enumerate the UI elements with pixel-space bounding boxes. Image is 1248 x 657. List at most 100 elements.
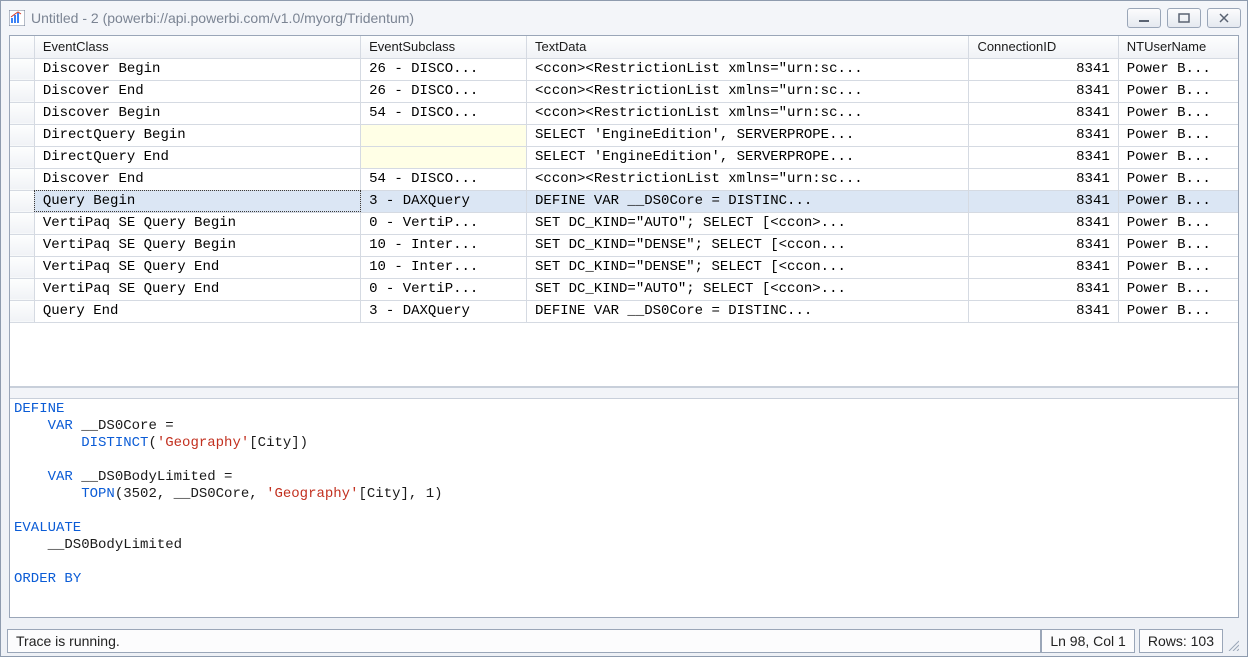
cell-event-class[interactable]: Discover End [34,80,360,102]
row-header[interactable] [10,256,34,278]
cell-connection-id[interactable]: 8341 [969,300,1118,322]
trace-grid[interactable]: EventClass EventSubclass TextData Connec… [10,36,1238,323]
minimize-button[interactable] [1127,8,1161,28]
col-connection-id[interactable]: ConnectionID [969,36,1118,58]
cell-event-class[interactable]: VertiPaq SE Query Begin [34,234,360,256]
cell-event-subclass[interactable]: 26 - DISCO... [361,58,527,80]
cell-event-class[interactable]: DirectQuery End [34,146,360,168]
row-header[interactable] [10,146,34,168]
cell-connection-id[interactable]: 8341 [969,168,1118,190]
cell-event-class[interactable]: VertiPaq SE Query End [34,278,360,300]
row-header[interactable] [10,124,34,146]
cell-event-class[interactable]: Query Begin [34,190,360,212]
cell-text-data[interactable]: SET DC_KIND="DENSE"; SELECT [<ccon... [527,256,969,278]
cell-text-data[interactable]: SELECT 'EngineEdition', SERVERPROPE... [527,146,969,168]
row-header[interactable] [10,102,34,124]
titlebar[interactable]: Untitled - 2 (powerbi://api.powerbi.com/… [1,1,1247,35]
cell-event-class[interactable]: DirectQuery Begin [34,124,360,146]
cell-nt-user[interactable]: Power B... [1118,212,1238,234]
cell-connection-id[interactable]: 8341 [969,278,1118,300]
col-text-data[interactable]: TextData [527,36,969,58]
cell-nt-user[interactable]: Power B... [1118,278,1238,300]
cell-event-class[interactable]: Query End [34,300,360,322]
cell-event-class[interactable]: VertiPaq SE Query End [34,256,360,278]
cell-text-data[interactable]: SELECT 'EngineEdition', SERVERPROPE... [527,124,969,146]
cell-nt-user[interactable]: Power B... [1118,124,1238,146]
cell-text-data[interactable]: <ccon><RestrictionList xmlns="urn:sc... [527,58,969,80]
cell-event-subclass[interactable]: 0 - VertiP... [361,212,527,234]
cell-connection-id[interactable]: 8341 [969,146,1118,168]
row-header[interactable] [10,234,34,256]
table-row[interactable]: DirectQuery Begin SELECT 'EngineEdition'… [10,124,1238,146]
col-event-subclass[interactable]: EventSubclass [361,36,527,58]
cell-nt-user[interactable]: Power B... [1118,234,1238,256]
col-event-class[interactable]: EventClass [34,36,360,58]
row-header[interactable] [10,278,34,300]
table-row[interactable]: VertiPaq SE Query Begin0 - VertiP...SET … [10,212,1238,234]
cell-event-subclass[interactable]: 54 - DISCO... [361,168,527,190]
cell-event-subclass[interactable]: 26 - DISCO... [361,80,527,102]
maximize-button[interactable] [1167,8,1201,28]
table-row[interactable]: VertiPaq SE Query End10 - Inter...SET DC… [10,256,1238,278]
cell-event-subclass[interactable]: 10 - Inter... [361,234,527,256]
cell-connection-id[interactable]: 8341 [969,256,1118,278]
cell-connection-id[interactable]: 8341 [969,190,1118,212]
cell-nt-user[interactable]: Power B... [1118,168,1238,190]
row-header[interactable] [10,80,34,102]
table-row[interactable]: Discover End26 - DISCO...<ccon><Restrict… [10,80,1238,102]
row-header[interactable] [10,58,34,80]
cell-connection-id[interactable]: 8341 [969,80,1118,102]
cell-event-subclass[interactable] [361,124,527,146]
query-text-pane[interactable]: DEFINE VAR __DS0Core = DISTINCT('Geograp… [10,399,1238,617]
cell-event-subclass[interactable]: 10 - Inter... [361,256,527,278]
code-token: 'Geography' [266,486,358,502]
cell-connection-id[interactable]: 8341 [969,102,1118,124]
cell-connection-id[interactable]: 8341 [969,212,1118,234]
table-row[interactable]: Discover Begin54 - DISCO...<ccon><Restri… [10,102,1238,124]
cell-event-subclass[interactable] [361,146,527,168]
cell-nt-user[interactable]: Power B... [1118,256,1238,278]
cell-text-data[interactable]: DEFINE VAR __DS0Core = DISTINC... [527,300,969,322]
table-row[interactable]: Query End3 - DAXQueryDEFINE VAR __DS0Cor… [10,300,1238,322]
cell-text-data[interactable]: DEFINE VAR __DS0Core = DISTINC... [527,190,969,212]
cell-event-subclass[interactable]: 0 - VertiP... [361,278,527,300]
cell-connection-id[interactable]: 8341 [969,58,1118,80]
close-button[interactable] [1207,8,1241,28]
row-header[interactable] [10,190,34,212]
cell-event-subclass[interactable]: 3 - DAXQuery [361,190,527,212]
table-row[interactable]: VertiPaq SE Query Begin10 - Inter...SET … [10,234,1238,256]
cell-nt-user[interactable]: Power B... [1118,190,1238,212]
row-header[interactable] [10,212,34,234]
row-header[interactable] [10,168,34,190]
cell-nt-user[interactable]: Power B... [1118,300,1238,322]
cell-nt-user[interactable]: Power B... [1118,80,1238,102]
cell-text-data[interactable]: SET DC_KIND="DENSE"; SELECT [<ccon... [527,234,969,256]
cell-text-data[interactable]: <ccon><RestrictionList xmlns="urn:sc... [527,102,969,124]
cell-event-class[interactable]: Discover Begin [34,58,360,80]
cell-nt-user[interactable]: Power B... [1118,58,1238,80]
table-row[interactable]: Discover End54 - DISCO...<ccon><Restrict… [10,168,1238,190]
col-nt-user[interactable]: NTUserName [1118,36,1238,58]
cell-event-subclass[interactable]: 3 - DAXQuery [361,300,527,322]
cell-connection-id[interactable]: 8341 [969,234,1118,256]
cell-nt-user[interactable]: Power B... [1118,102,1238,124]
cell-nt-user[interactable]: Power B... [1118,146,1238,168]
table-row[interactable]: Discover Begin26 - DISCO...<ccon><Restri… [10,58,1238,80]
table-row[interactable]: VertiPaq SE Query End0 - VertiP...SET DC… [10,278,1238,300]
cell-event-class[interactable]: Discover Begin [34,102,360,124]
horizontal-splitter[interactable] [10,387,1238,399]
trace-grid-pane[interactable]: EventClass EventSubclass TextData Connec… [10,36,1238,387]
cell-text-data[interactable]: <ccon><RestrictionList xmlns="urn:sc... [527,168,969,190]
row-header[interactable] [10,300,34,322]
cell-text-data[interactable]: SET DC_KIND="AUTO"; SELECT [<ccon>... [527,278,969,300]
cell-event-class[interactable]: Discover End [34,168,360,190]
cell-event-subclass[interactable]: 54 - DISCO... [361,102,527,124]
table-row[interactable]: DirectQuery End SELECT 'EngineEdition', … [10,146,1238,168]
cell-text-data[interactable]: <ccon><RestrictionList xmlns="urn:sc... [527,80,969,102]
table-row[interactable]: Query Begin3 - DAXQueryDEFINE VAR __DS0C… [10,190,1238,212]
row-header-col[interactable] [10,36,34,58]
cell-connection-id[interactable]: 8341 [969,124,1118,146]
resize-grip[interactable] [1223,629,1241,653]
cell-event-class[interactable]: VertiPaq SE Query Begin [34,212,360,234]
cell-text-data[interactable]: SET DC_KIND="AUTO"; SELECT [<ccon>... [527,212,969,234]
